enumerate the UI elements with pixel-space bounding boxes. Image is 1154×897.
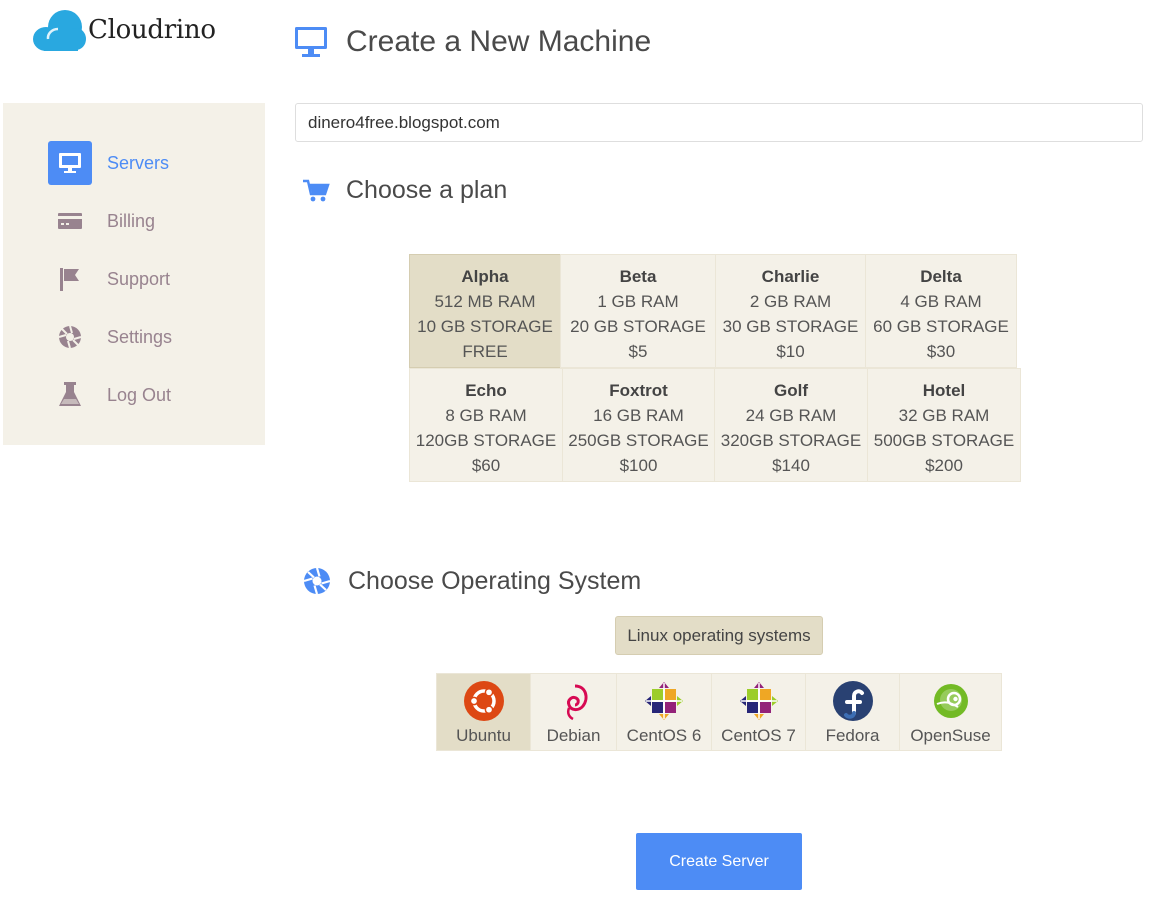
cart-icon — [303, 179, 330, 201]
os-option-opensuse[interactable]: OpenSuse — [900, 674, 1001, 750]
plan-storage: 250GB STORAGE — [568, 431, 709, 450]
os-label: CentOS 6 — [626, 726, 702, 745]
plan-card-hotel[interactable]: Hotel 32 GB RAM 500GB STORAGE $200 — [867, 368, 1021, 482]
os-label: Fedora — [825, 726, 880, 745]
os-category-tab-linux[interactable]: Linux operating systems — [615, 616, 823, 655]
os-list: Ubuntu Debian CentOS 6 CentOS 7 Fedora O… — [436, 673, 1002, 751]
os-option-fedora[interactable]: Fedora — [806, 674, 900, 750]
plan-ram: 4 GB RAM — [900, 292, 982, 311]
plan-name: Alpha — [461, 267, 509, 286]
plan-ram: 24 GB RAM — [745, 406, 837, 425]
os-label: Debian — [546, 726, 601, 745]
plan-card-alpha[interactable]: Alpha 512 MB RAM 10 GB STORAGE FREE — [409, 254, 561, 368]
sidebar-item-servers[interactable]: Servers — [48, 141, 169, 185]
plan-price: FREE — [462, 342, 508, 361]
flag-icon — [48, 257, 92, 301]
plans-section-title: Choose a plan — [302, 176, 507, 205]
plan-storage: 120GB STORAGE — [415, 431, 557, 450]
os-option-ubuntu[interactable]: Ubuntu — [437, 674, 531, 750]
sidebar-item-label: Settings — [107, 326, 173, 347]
os-option-debian[interactable]: Debian — [531, 674, 617, 750]
plan-ram: 8 GB RAM — [445, 406, 527, 425]
create-server-button[interactable]: Create Server — [636, 833, 802, 890]
plan-price: $140 — [772, 456, 810, 475]
plan-price: $10 — [776, 342, 805, 361]
plan-storage: 20 GB STORAGE — [570, 317, 706, 336]
sidebar-item-support[interactable]: Support — [48, 257, 170, 301]
plan-price: $200 — [925, 456, 963, 475]
plan-ram: 1 GB RAM — [597, 292, 679, 311]
os-section-title: Choose Operating System — [302, 566, 641, 596]
plan-storage: 10 GB STORAGE — [417, 317, 553, 336]
section-title-text: Choose Operating System — [348, 566, 642, 595]
plan-name: Foxtrot — [609, 381, 668, 400]
plan-ram: 512 MB RAM — [434, 292, 536, 311]
plan-name: Charlie — [761, 267, 820, 286]
os-label: Ubuntu — [456, 726, 511, 745]
centos-icon — [645, 682, 683, 720]
plan-name: Beta — [619, 267, 657, 286]
flask-icon — [48, 373, 92, 417]
fedora-icon — [832, 681, 873, 721]
plan-name: Golf — [774, 381, 808, 400]
plan-card-echo[interactable]: Echo 8 GB RAM 120GB STORAGE $60 — [409, 368, 563, 482]
brand-name: Cloudrino — [88, 15, 216, 45]
plan-storage: 500GB STORAGE — [873, 431, 1015, 450]
aperture-icon — [48, 315, 92, 359]
plan-card-golf[interactable]: Golf 24 GB RAM 320GB STORAGE $140 — [714, 368, 868, 482]
plan-storage: 60 GB STORAGE — [873, 317, 1009, 336]
os-label: OpenSuse — [910, 726, 991, 745]
sidebar-item-logout[interactable]: Log Out — [48, 373, 171, 417]
plan-ram: 2 GB RAM — [749, 292, 832, 311]
monitor-icon — [48, 141, 92, 185]
page-title: Create a New Machine — [346, 25, 652, 58]
sidebar-item-label: Log Out — [107, 384, 172, 405]
ubuntu-icon — [463, 681, 504, 721]
plan-name: Hotel — [922, 381, 966, 400]
section-title-text: Choose a plan — [346, 176, 508, 204]
sidebar-item-label: Support — [107, 268, 171, 289]
plan-storage: 320GB STORAGE — [720, 431, 862, 450]
sidebar-item-label: Servers — [107, 152, 170, 173]
sidebar-item-label: Billing — [107, 210, 156, 231]
os-option-centos-7[interactable]: CentOS 7 — [712, 674, 806, 750]
monitor-icon — [295, 27, 327, 57]
aperture-icon — [303, 567, 331, 595]
plan-name: Delta — [920, 267, 962, 286]
logo[interactable]: Cloudrino — [32, 6, 216, 54]
plan-price: $5 — [628, 342, 648, 361]
sidebar-item-billing[interactable]: Billing — [48, 199, 155, 243]
plan-name: Echo — [465, 381, 507, 400]
plan-card-foxtrot[interactable]: Foxtrot 16 GB RAM 250GB STORAGE $100 — [562, 368, 715, 482]
plan-card-beta[interactable]: Beta 1 GB RAM 20 GB STORAGE $5 — [560, 254, 716, 368]
credit-card-icon — [48, 199, 92, 243]
plan-ram: 16 GB RAM — [593, 406, 684, 425]
centos-icon — [739, 682, 778, 720]
plan-ram: 32 GB RAM — [898, 406, 990, 425]
opensuse-icon — [933, 684, 968, 718]
plan-price: $100 — [619, 456, 658, 475]
plan-price: $30 — [926, 342, 956, 361]
plan-price: $60 — [471, 456, 501, 475]
cloud-icon — [33, 10, 86, 51]
os-label: CentOS 7 — [721, 726, 796, 745]
plan-storage: 30 GB STORAGE — [722, 317, 859, 336]
plan-card-delta[interactable]: Delta 4 GB RAM 60 GB STORAGE $30 — [865, 254, 1017, 368]
plan-card-charlie[interactable]: Charlie 2 GB RAM 30 GB STORAGE $10 — [715, 254, 866, 368]
sidebar: Servers Billing Support Settings Log Out — [3, 103, 265, 445]
hostname-input[interactable] — [295, 103, 1143, 142]
page-header: Create a New Machine — [294, 20, 651, 64]
os-option-centos-6[interactable]: CentOS 6 — [617, 674, 712, 750]
debian-icon — [566, 684, 588, 721]
sidebar-item-settings[interactable]: Settings — [48, 315, 172, 359]
